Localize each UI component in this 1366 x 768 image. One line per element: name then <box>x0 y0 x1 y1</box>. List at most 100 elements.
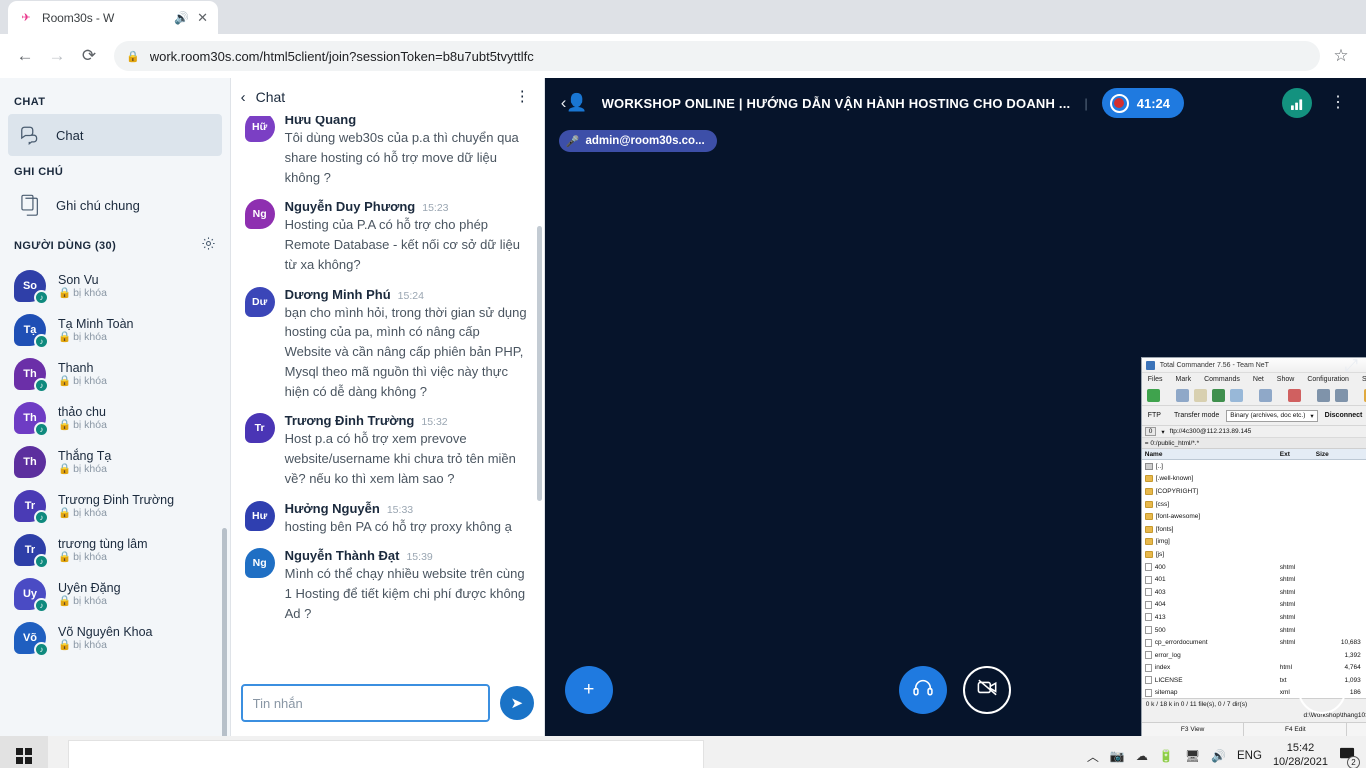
tc-ftp-bar: FTP Transfer mode Binary (archives, doc … <box>1141 406 1366 426</box>
battery-icon[interactable]: 🔋 <box>1159 749 1174 763</box>
table-row[interactable]: 413 shtml <box>1142 611 1366 624</box>
table-row[interactable]: [fonts]10/28/2021 15.41-755 <box>1142 523 1366 536</box>
avatar: Ng <box>244 199 275 230</box>
chat-scrollbar[interactable] <box>536 226 542 501</box>
table-row[interactable]: [img]10/28/2021 15.41-755 <box>1142 536 1366 549</box>
volume-icon[interactable]: 🔊 <box>1211 749 1226 763</box>
table-row[interactable]: [..] <box>1142 460 1366 473</box>
menu-mark[interactable]: Mark <box>1176 376 1192 383</box>
menu-show[interactable]: Show <box>1277 376 1295 383</box>
kebab-menu-icon[interactable]: ⋮ <box>515 89 530 103</box>
chat-panel: ‹ Chat ⋮ Hữ Hữu Quang Tôi dùng web30s củ… <box>230 78 545 736</box>
message-time: 15:32 <box>421 416 448 429</box>
table-row[interactable]: 401 shtml <box>1142 573 1366 586</box>
speaker-icon[interactable]: 🔊 <box>174 11 189 25</box>
table-row[interactable]: [css]10/28/2021 15.41-755 <box>1142 498 1366 511</box>
sidebar-users-header: NGƯỜI DÙNG (30) <box>0 226 230 262</box>
sidebar: CHAT Chat GHI CHÚ Ghi chú chung NGƯỜI DÙ… <box>0 78 231 736</box>
gear-icon[interactable] <box>201 236 216 256</box>
list-item[interactable]: Tr ♪ Trương Đinh Trường 🔒 bị khóa <box>0 484 230 528</box>
notification-icon[interactable]: 2 <box>1339 746 1360 768</box>
list-item[interactable]: Tạ ♪ Tạ Minh Toàn 🔒 bị khóa <box>0 308 230 352</box>
chat-back-button[interactable]: ‹ Chat <box>241 89 286 106</box>
split-icon[interactable] <box>1258 389 1272 402</box>
table-row[interactable]: [COPYRIGHT]10/28/2021 15.41-755 <box>1142 485 1366 498</box>
star-icon[interactable]: ☆ <box>1326 41 1356 71</box>
forward-arrow-icon[interactable]: → <box>42 41 72 71</box>
col-size[interactable]: Size <box>1314 451 1366 458</box>
table-row[interactable]: 500 shtml <box>1142 624 1366 637</box>
camera-icon[interactable]: 📷 <box>1110 749 1125 763</box>
table-row[interactable]: 400 shtml <box>1142 561 1366 574</box>
recording-indicator[interactable]: 41:24 <box>1101 88 1184 118</box>
audio-button[interactable] <box>899 666 948 714</box>
refresh-icon[interactable] <box>1146 389 1160 402</box>
menu-commands[interactable]: Commands <box>1204 376 1240 383</box>
avatar: Tr <box>244 413 275 444</box>
table-row[interactable]: [js] <box>1142 548 1366 561</box>
raise-hand-button[interactable] <box>1298 666 1346 714</box>
compare-icon[interactable] <box>1175 389 1189 402</box>
back-arrow-icon[interactable] <box>1316 389 1330 402</box>
list-item[interactable]: Th ♪ thảo chu 🔒 bị khóa <box>0 396 230 440</box>
table-row[interactable]: 404 shtml <box>1142 599 1366 612</box>
list-item[interactable]: Võ ♪ Võ Nguyên Khoa 🔒 bị khóa <box>0 616 230 660</box>
kebab-menu-icon[interactable]: ⋮ <box>1326 95 1350 111</box>
list-item[interactable]: Uy ♪ Uyên Đặng 🔒 bị khóa <box>0 572 230 616</box>
menu-configuration[interactable]: Configuration <box>1307 376 1349 383</box>
sidebar-scrollbar[interactable] <box>221 528 227 736</box>
user-panel-toggle-icon[interactable]: ‹👤 <box>561 93 588 113</box>
close-icon[interactable]: ✕ <box>197 11 208 24</box>
disconnect-button[interactable]: Disconnect <box>1325 412 1363 419</box>
menu-start[interactable]: Start <box>1362 376 1366 383</box>
menu-net[interactable]: Net <box>1253 376 1264 383</box>
lock-icon: 🔒 <box>58 375 72 388</box>
list-item[interactable]: Th ♪ Thanh 🔒 bị khóa <box>0 352 230 396</box>
list-item[interactable]: Th Thắng Tạ 🔒 bị khóa <box>0 440 230 484</box>
fullscreen-icon[interactable]: ⤢ <box>1344 356 1358 376</box>
notification-count: 2 <box>1347 756 1360 768</box>
network-icon[interactable]: 🖥 <box>1185 749 1200 763</box>
signal-bars-icon[interactable] <box>1282 88 1312 118</box>
sidebar-item-chat[interactable]: Chat <box>8 114 222 156</box>
reload-icon[interactable]: ⟳ <box>74 41 104 71</box>
sidebar-item-notes[interactable]: Ghi chú chung <box>8 184 222 226</box>
table-row[interactable]: [.well-known]10/28/2021 15.41-755 <box>1142 473 1366 486</box>
back-arrow-icon[interactable]: ← <box>10 41 40 71</box>
drive-button[interactable]: 0 <box>1144 427 1157 436</box>
chevron-up-icon[interactable]: ︿ <box>1087 748 1099 765</box>
table-row[interactable]: 403 shtml <box>1142 586 1366 599</box>
chevron-down-icon[interactable]: ▾ <box>1161 428 1164 436</box>
user-list[interactable]: So ♪ Son Vu 🔒 bị khóa Tạ ♪ Tạ Minh Toàn 🔒… <box>0 262 230 736</box>
col-name[interactable]: Name <box>1142 451 1280 458</box>
start-button[interactable] <box>0 736 48 768</box>
chat-message-list[interactable]: Hữ Hữu Quang Tôi dùng web30s của p.a thì… <box>231 116 544 676</box>
onedrive-icon[interactable]: ☁ <box>1136 749 1148 763</box>
message-input[interactable] <box>240 684 490 722</box>
list-item[interactable]: So ♪ Son Vu 🔒 bị khóa <box>0 264 230 308</box>
language-indicator[interactable]: ENG <box>1237 750 1262 762</box>
packer-icon[interactable] <box>1211 389 1225 402</box>
message-text: Tôi dùng web30s của p.a thì chuyển qua s… <box>284 130 523 185</box>
user-name: Thắng Tạ <box>58 448 112 463</box>
col-ext[interactable]: Ext <box>1280 451 1314 458</box>
avatar: Ng <box>244 548 275 579</box>
clock[interactable]: 15:42 10/28/2021 <box>1273 742 1328 768</box>
browser-tab[interactable]: ✈ Room30s - W 🔊 ✕ <box>8 1 218 34</box>
lock-icon: 🔒 <box>58 419 72 432</box>
encode-icon[interactable] <box>1287 389 1301 402</box>
user-status: bị khóa <box>73 419 107 432</box>
send-icon[interactable]: ➤ <box>499 686 534 720</box>
unpack-icon[interactable] <box>1229 389 1243 402</box>
address-bar[interactable]: 🔒 work.room30s.com/html5client/join?sess… <box>114 41 1320 71</box>
forward-arrow-icon[interactable] <box>1334 389 1348 402</box>
add-button[interactable]: + <box>564 666 613 714</box>
menu-files[interactable]: Files <box>1148 376 1163 383</box>
list-item[interactable]: Tr ♪ trương tùng lâm 🔒 bị khóa <box>0 528 230 572</box>
camera-off-button[interactable] <box>963 666 1012 714</box>
table-row[interactable]: [font-awesome]10/28/2021 15.41-755 <box>1142 510 1366 523</box>
user-status: bị khóa <box>73 331 107 344</box>
transfer-mode-select[interactable]: Binary (archives, doc etc.) ▾ <box>1226 409 1318 422</box>
sync-icon[interactable] <box>1193 389 1207 402</box>
taskbar-window-strip[interactable] <box>68 740 704 768</box>
